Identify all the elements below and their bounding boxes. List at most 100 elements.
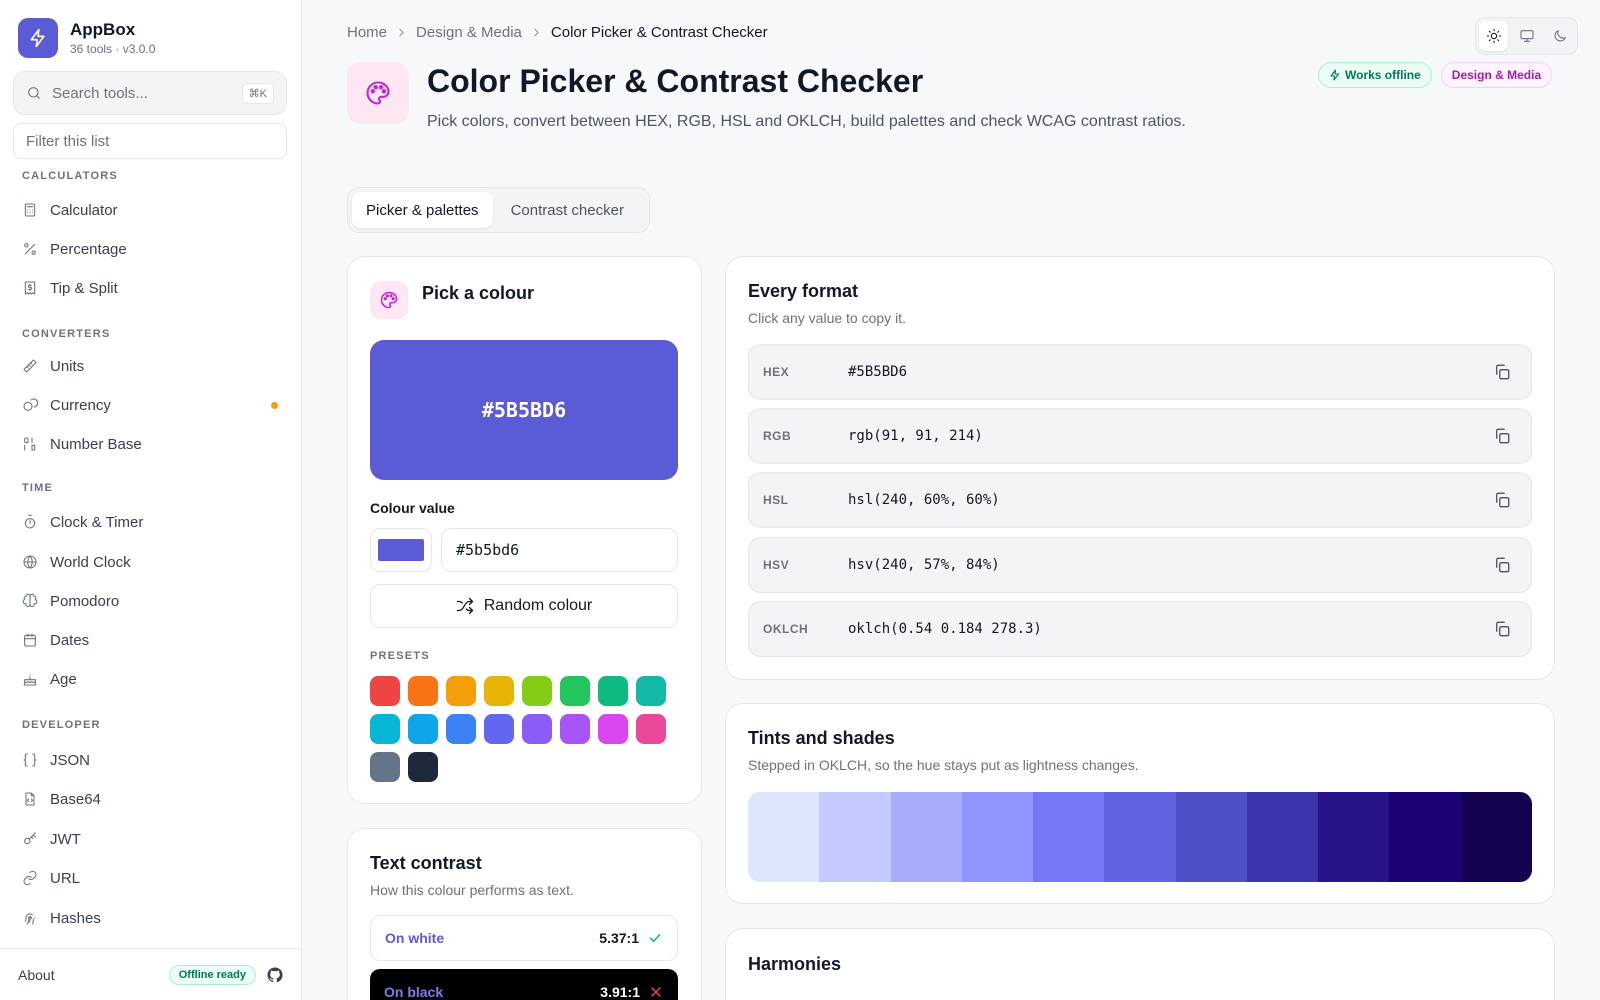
preset-swatch[interactable]: [522, 714, 552, 744]
nav-section-calculators: CALCULATORS: [22, 170, 118, 182]
theme-light-button[interactable]: [1479, 21, 1508, 51]
shade-swatch[interactable]: [1246, 792, 1319, 882]
shade-swatch[interactable]: [1318, 792, 1390, 882]
sidebar-item-calculator[interactable]: Calculator: [22, 196, 284, 224]
check-icon: [649, 933, 661, 943]
sidebar-item-label: Pomodoro: [50, 592, 120, 610]
shade-swatch[interactable]: [1460, 792, 1532, 882]
preset-swatches: [370, 676, 680, 782]
sidebar-item-percentage[interactable]: Percentage: [22, 235, 284, 263]
search-tools-input[interactable]: Search tools... ⌘K: [13, 71, 287, 115]
preset-swatch[interactable]: [560, 676, 590, 706]
breadcrumb-category[interactable]: Design & Media: [416, 24, 522, 41]
github-icon[interactable]: [266, 966, 284, 984]
format-row-rgb[interactable]: RGB rgb(91, 91, 214): [748, 408, 1532, 464]
sidebar-item-tip-split[interactable]: Tip & Split: [22, 274, 284, 302]
sidebar-item-base64[interactable]: Base64: [22, 785, 284, 813]
preset-swatch[interactable]: [370, 714, 400, 744]
sidebar-item-number-base[interactable]: Number Base: [22, 430, 284, 458]
theme-dark-button[interactable]: [1545, 21, 1574, 51]
theme-system-button[interactable]: [1512, 21, 1541, 51]
tab-picker-palettes[interactable]: Picker & palettes: [352, 192, 493, 228]
sidebar-item-label: Currency: [50, 396, 111, 414]
pick-colour-card: Pick a colour #5B5BD6 Colour value #5b5b…: [347, 256, 702, 804]
preset-swatch[interactable]: [636, 676, 666, 706]
card-subtitle: Stepped in OKLCH, so the hue stays put a…: [748, 757, 1139, 773]
about-link[interactable]: About: [18, 967, 169, 983]
sidebar-item-units[interactable]: Units: [22, 352, 284, 380]
preset-swatch[interactable]: [408, 676, 438, 706]
preset-swatch[interactable]: [598, 714, 628, 744]
preset-swatch[interactable]: [408, 752, 438, 782]
format-value[interactable]: rgb(91, 91, 214): [848, 428, 1487, 444]
sidebar-item-jwt[interactable]: JWT: [22, 825, 284, 853]
file-code-icon: [25, 792, 35, 806]
breadcrumb-home[interactable]: Home: [347, 24, 387, 41]
sidebar-item-clock-timer[interactable]: Clock & Timer: [22, 508, 284, 536]
sidebar-item-json[interactable]: JSON: [22, 746, 284, 774]
copy-icon[interactable]: [1487, 614, 1517, 644]
format-row-hex[interactable]: HEX #5B5BD6: [748, 344, 1532, 400]
preset-swatch[interactable]: [370, 752, 400, 782]
shade-swatch[interactable]: [1104, 792, 1176, 882]
sidebar-item-pomodoro[interactable]: Pomodoro: [22, 587, 284, 615]
preset-swatch[interactable]: [636, 714, 666, 744]
shade-swatch[interactable]: [1175, 792, 1247, 882]
offline-ready-badge: Offline ready: [168, 964, 256, 985]
sidebar: AppBox 36 tools · v3.0.0 Search tools...…: [0, 0, 302, 1000]
preset-swatch[interactable]: [484, 676, 514, 706]
tab-contrast-checker[interactable]: Contrast checker: [497, 192, 638, 228]
format-value[interactable]: hsv(240, 57%, 84%): [848, 557, 1487, 573]
preset-swatch[interactable]: [446, 714, 476, 744]
sun-icon: [1486, 28, 1501, 44]
shade-swatch[interactable]: [1033, 792, 1105, 882]
colour-value-input[interactable]: #5b5bd6: [441, 528, 678, 572]
format-key: RGB: [763, 429, 792, 443]
sidebar-item-label: Number Base: [50, 435, 142, 453]
format-row-hsv[interactable]: HSV hsv(240, 57%, 84%): [748, 537, 1532, 593]
shade-swatch[interactable]: [961, 792, 1034, 882]
colour-swatch[interactable]: #5B5BD6: [370, 340, 678, 480]
sidebar-item-dates[interactable]: Dates: [22, 626, 284, 654]
shade-swatch[interactable]: [1389, 792, 1461, 882]
copy-icon[interactable]: [1487, 357, 1517, 387]
format-row-oklch[interactable]: OKLCH oklch(0.54 0.184 278.3): [748, 601, 1532, 657]
sidebar-item-label: Dates: [50, 631, 90, 649]
format-value[interactable]: oklch(0.54 0.184 278.3): [848, 621, 1487, 637]
preset-swatch[interactable]: [446, 676, 476, 706]
copy-icon[interactable]: [1487, 421, 1517, 451]
contrast-ratio: 5.37:1: [599, 930, 639, 946]
format-value[interactable]: #5B5BD6: [848, 364, 1487, 380]
nav-section-converters: CONVERTERS: [22, 328, 111, 340]
preset-swatch[interactable]: [522, 676, 552, 706]
sidebar-item-world-clock[interactable]: World Clock: [22, 548, 284, 576]
shade-swatch[interactable]: [890, 792, 962, 882]
preset-swatch[interactable]: [370, 676, 400, 706]
sidebar-item-currency[interactable]: Currency: [22, 391, 284, 419]
sidebar-item-label: JWT: [50, 830, 81, 848]
tints-shades-card: Tints and shades Stepped in OKLCH, so th…: [725, 703, 1555, 904]
preset-swatch[interactable]: [560, 714, 590, 744]
sidebar-item-hashes[interactable]: Hashes: [22, 904, 284, 932]
sidebar-item-age[interactable]: Age: [22, 665, 284, 693]
brand[interactable]: AppBox 36 tools · v3.0.0: [18, 18, 155, 58]
native-colour-picker[interactable]: [370, 528, 432, 572]
filter-list-input[interactable]: Filter this list: [13, 123, 287, 159]
preset-swatch[interactable]: [408, 714, 438, 744]
copy-icon[interactable]: [1487, 550, 1517, 580]
format-value[interactable]: hsl(240, 60%, 60%): [848, 492, 1487, 508]
copy-icon[interactable]: [1487, 485, 1517, 515]
random-colour-button[interactable]: Random colour: [370, 584, 678, 628]
random-colour-label: Random colour: [483, 597, 593, 614]
x-icon: [651, 987, 661, 997]
shade-swatch[interactable]: [819, 792, 891, 882]
lightning-logo-icon: [18, 18, 58, 58]
sidebar-item-url[interactable]: URL: [22, 864, 284, 892]
category-badge[interactable]: Design & Media: [1440, 62, 1553, 88]
format-row-hsl[interactable]: HSL hsl(240, 60%, 60%): [748, 472, 1532, 528]
preset-swatch[interactable]: [484, 714, 514, 744]
preset-swatch[interactable]: [598, 676, 628, 706]
shade-swatch[interactable]: [748, 792, 820, 882]
calendar-icon: [24, 633, 36, 647]
sidebar-item-label: Age: [50, 670, 77, 688]
